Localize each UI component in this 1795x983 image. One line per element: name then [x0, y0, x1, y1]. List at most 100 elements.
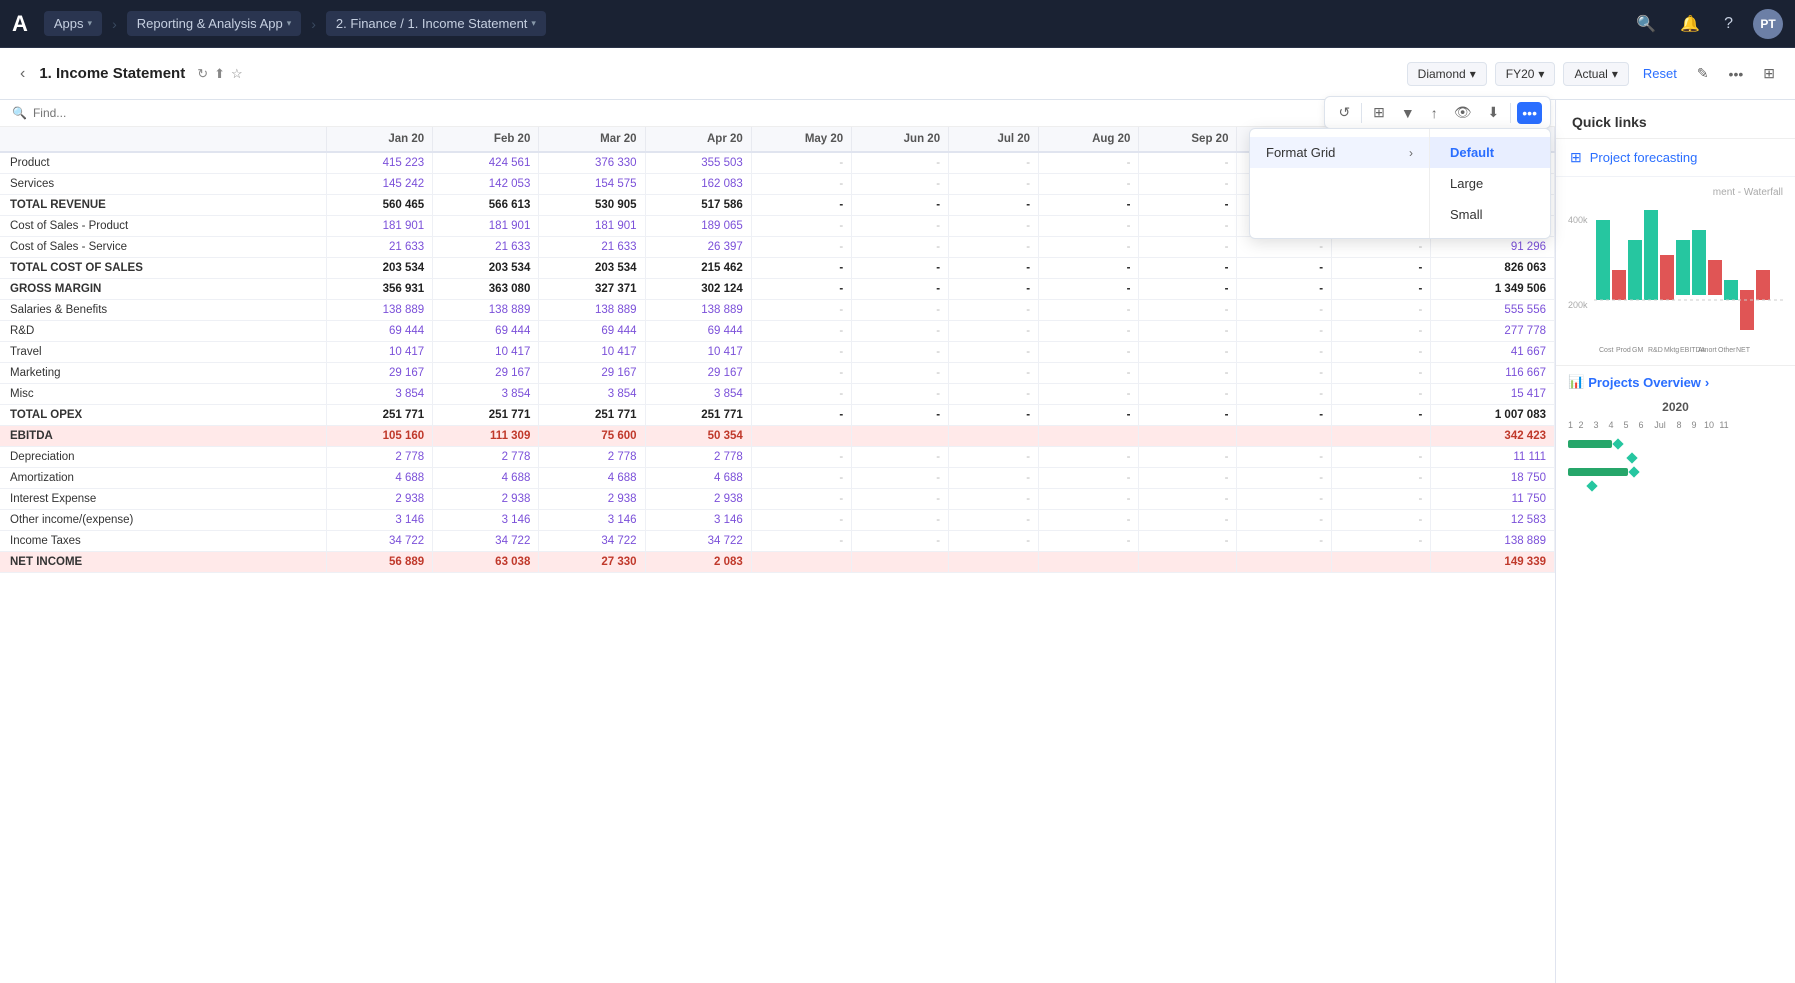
search-icon: 🔍	[12, 106, 27, 120]
row-cell: 566 613	[433, 195, 539, 216]
top-nav: A Apps ▾ › Reporting & Analysis App ▾ › …	[0, 0, 1795, 48]
export-button[interactable]: ⬇	[1483, 101, 1505, 124]
proj-row-3	[1568, 468, 1783, 476]
projects-overview-link[interactable]: 📊 Projects Overview ›	[1568, 374, 1783, 390]
table-row: TOTAL COST OF SALES203 534203 534203 534…	[0, 258, 1555, 279]
notifications-button[interactable]: 🔔	[1676, 10, 1704, 38]
nav-sep2: ›	[311, 16, 316, 32]
search-nav-button[interactable]: 🔍	[1632, 10, 1660, 38]
row-cell: -	[852, 321, 949, 342]
row-cell: -	[852, 237, 949, 258]
layout-button[interactable]: ⊞	[1757, 62, 1781, 85]
toolbar-divider1	[1361, 103, 1362, 123]
actual-filter[interactable]: Actual ▾	[1563, 62, 1628, 86]
row-cell: 18 750	[1431, 468, 1555, 489]
row-cell: 11 750	[1431, 489, 1555, 510]
row-cell: -	[751, 321, 851, 342]
row-label: NET INCOME	[0, 552, 326, 573]
row-cell: -	[852, 510, 949, 531]
undo-button[interactable]: ↺	[1333, 101, 1355, 124]
proj-bar-1a	[1568, 440, 1612, 448]
row-cell: 3 146	[645, 510, 751, 531]
row-cell: 189 065	[645, 216, 751, 237]
row-cell: -	[852, 300, 949, 321]
row-cell: -	[852, 216, 949, 237]
reporting-chevron-icon: ▾	[287, 18, 292, 29]
svg-text:Cost: Cost	[1599, 347, 1613, 354]
row-cell: 149 339	[1431, 552, 1555, 573]
star-button[interactable]: ☆	[231, 66, 243, 82]
row-cell: -	[1139, 216, 1237, 237]
sort-button[interactable]: ↑	[1426, 102, 1443, 124]
apps-dropdown[interactable]: Apps ▾	[44, 11, 102, 36]
m6: 6	[1634, 420, 1648, 430]
avatar[interactable]: PT	[1753, 9, 1783, 39]
proj-diamond-1	[1612, 438, 1623, 449]
row-cell: 2 938	[433, 489, 539, 510]
row-cell: 342 423	[1431, 426, 1555, 447]
filter-button[interactable]: ▼	[1396, 102, 1420, 124]
row-cell: -	[751, 174, 851, 195]
apps-label: Apps	[54, 16, 84, 31]
row-cell: 376 330	[539, 152, 645, 174]
breadcrumb-dropdown[interactable]: 2. Finance / 1. Income Statement ▾	[326, 11, 546, 36]
search-input[interactable]	[33, 106, 1543, 120]
projects-overview-label: Projects Overview	[1588, 375, 1701, 390]
format-grid-submenu: Default Large Small	[1430, 129, 1550, 238]
projects-year: 2020	[1568, 400, 1783, 414]
row-cell: 2 938	[645, 489, 751, 510]
fy-filter[interactable]: FY20 ▾	[1495, 62, 1556, 86]
project-forecasting-link[interactable]: ⊞ Project forecasting	[1556, 139, 1795, 177]
row-cell: 3 854	[539, 384, 645, 405]
row-cell: -	[1039, 279, 1139, 300]
edit-button[interactable]: ✎	[1691, 62, 1715, 85]
breadcrumb-chevron-icon: ▾	[531, 18, 536, 29]
share-button[interactable]: ⬆	[214, 66, 225, 82]
row-cell: -	[1039, 195, 1139, 216]
row-cell: 105 160	[326, 426, 432, 447]
row-cell: -	[852, 531, 949, 552]
reset-button[interactable]: Reset	[1637, 62, 1683, 85]
waterfall-chart: 400k 200k	[1568, 200, 1783, 355]
format-grid-default[interactable]: Default	[1430, 137, 1550, 168]
projects-arrow-icon: ›	[1705, 375, 1709, 390]
row-cell: -	[1039, 152, 1139, 174]
more-options-button[interactable]: •••	[1517, 102, 1542, 124]
row-cell: -	[1039, 510, 1139, 531]
search-bar: 🔍	[0, 100, 1555, 127]
row-cell: 517 586	[645, 195, 751, 216]
row-cell: -	[751, 279, 851, 300]
row-cell: -	[1332, 258, 1431, 279]
format-grid-item[interactable]: Format Grid ›	[1250, 137, 1429, 168]
row-cell: -	[1237, 510, 1332, 531]
row-cell: -	[1237, 342, 1332, 363]
reporting-app-dropdown[interactable]: Reporting & Analysis App ▾	[127, 11, 302, 36]
grid-view-button[interactable]: ⊞	[1368, 101, 1390, 124]
row-cell: -	[1139, 195, 1237, 216]
breadcrumb-label: 2. Finance / 1. Income Statement	[336, 16, 528, 31]
svg-text:Mktg: Mktg	[1664, 347, 1679, 354]
visibility-button[interactable]: 👁	[1449, 101, 1477, 124]
row-cell: 181 901	[326, 216, 432, 237]
row-label: Misc	[0, 384, 326, 405]
row-cell: 21 633	[326, 237, 432, 258]
proj-row-4	[1568, 482, 1783, 490]
more-button[interactable]: •••	[1723, 63, 1750, 85]
proj-diamond-3	[1628, 466, 1639, 477]
diamond-filter[interactable]: Diamond ▾	[1407, 62, 1487, 86]
sync-button[interactable]: ↻	[197, 66, 208, 82]
format-grid-small[interactable]: Small	[1430, 199, 1550, 230]
row-cell: -	[1039, 363, 1139, 384]
row-cell: 3 146	[539, 510, 645, 531]
row-cell: -	[1332, 237, 1431, 258]
table-wrap[interactable]: Jan 20 Feb 20 Mar 20 Apr 20 May 20 Jun 2…	[0, 127, 1555, 983]
row-cell: 4 688	[645, 468, 751, 489]
row-cell	[1039, 426, 1139, 447]
row-cell: 56 889	[326, 552, 432, 573]
format-grid-large[interactable]: Large	[1430, 168, 1550, 199]
row-cell: 69 444	[326, 321, 432, 342]
back-button[interactable]: ‹	[14, 63, 31, 85]
row-cell: 251 771	[433, 405, 539, 426]
row-cell: -	[1332, 405, 1431, 426]
help-button[interactable]: ?	[1720, 11, 1737, 37]
